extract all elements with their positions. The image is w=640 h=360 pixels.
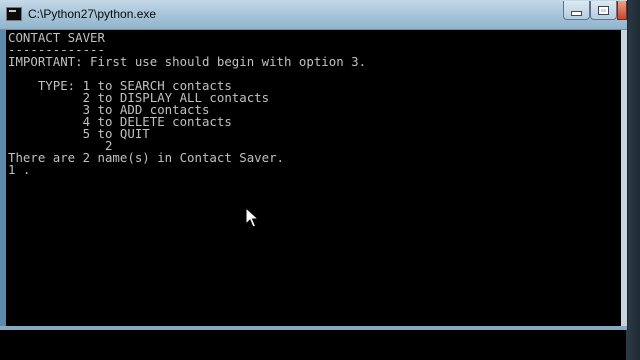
console-window: C:\Python27\python.exe CONTACT SAVER ---… — [0, 0, 628, 330]
minimize-icon — [571, 10, 582, 16]
title-bar[interactable]: C:\Python27\python.exe — [0, 0, 627, 30]
maximize-icon — [598, 5, 609, 15]
console-line: 1 . — [8, 162, 31, 177]
console-output[interactable]: CONTACT SAVER ------------- IMPORTANT: F… — [6, 30, 621, 326]
console-line: IMPORTANT: First use should begin with o… — [8, 54, 367, 69]
console-app-icon[interactable] — [6, 7, 22, 21]
mouse-pointer-icon — [245, 207, 259, 228]
minimize-button[interactable] — [563, 1, 590, 20]
window-bottom-border — [0, 326, 627, 330]
desktop-background — [626, 0, 640, 360]
window-title: C:\Python27\python.exe — [28, 7, 157, 21]
maximize-button[interactable] — [590, 1, 617, 20]
close-button[interactable] — [617, 1, 627, 20]
scrollbar[interactable] — [621, 30, 627, 326]
console-line: There are 2 name(s) in Contact Saver. — [8, 150, 285, 165]
